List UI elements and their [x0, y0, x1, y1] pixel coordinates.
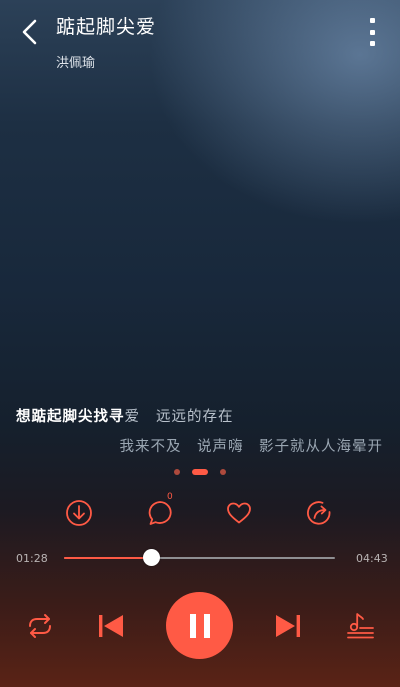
artist-name[interactable]: 洪佩瑜 — [56, 52, 95, 71]
more-vertical-icon — [369, 18, 375, 23]
share-button[interactable] — [302, 496, 336, 530]
heart-icon — [227, 502, 251, 524]
song-title: 踮起脚尖爱 — [56, 16, 157, 38]
page-dot[interactable] — [220, 469, 226, 475]
lyric-current-line: 想踮起脚尖找寻爱 远远的存在 — [16, 405, 234, 426]
next-icon — [276, 615, 300, 637]
playlist-button[interactable] — [343, 606, 379, 642]
lyric-pending-part: 爱 — [124, 409, 140, 425]
share-icon — [307, 501, 331, 525]
playlist-icon — [347, 613, 374, 639]
elapsed-time: 01:28 — [16, 552, 48, 565]
lyric-next-phrase: 远远的存在 — [156, 409, 234, 425]
page-dot-active[interactable] — [192, 469, 208, 475]
back-button[interactable] — [14, 16, 44, 48]
lyric-next-line: 我来不及 说声嗨 影子就从人海晕开 — [119, 439, 383, 455]
download-icon — [66, 500, 92, 526]
total-time: 04:43 — [356, 552, 388, 565]
previous-track-button[interactable] — [94, 608, 128, 644]
download-button[interactable] — [62, 496, 96, 530]
progress-fill — [64, 557, 151, 559]
more-options-button[interactable] — [362, 18, 382, 46]
comment-icon — [148, 501, 172, 525]
page-dot[interactable] — [174, 469, 180, 475]
comment-count: 0 — [167, 492, 173, 502]
loop-mode-button[interactable] — [22, 608, 58, 644]
page-indicator — [0, 469, 400, 475]
lyric-sung-part: 想踮起脚尖找寻 — [16, 408, 125, 425]
back-arrow-icon — [22, 19, 37, 45]
pause-button[interactable] — [166, 592, 233, 659]
progress-thumb[interactable] — [142, 549, 160, 566]
pause-icon — [189, 613, 210, 638]
loop-icon — [29, 614, 51, 638]
next-track-button[interactable] — [271, 608, 305, 644]
like-button[interactable] — [222, 496, 256, 530]
previous-icon — [99, 615, 123, 637]
comment-button[interactable]: 0 — [143, 492, 177, 530]
progress-slider[interactable] — [64, 549, 335, 566]
